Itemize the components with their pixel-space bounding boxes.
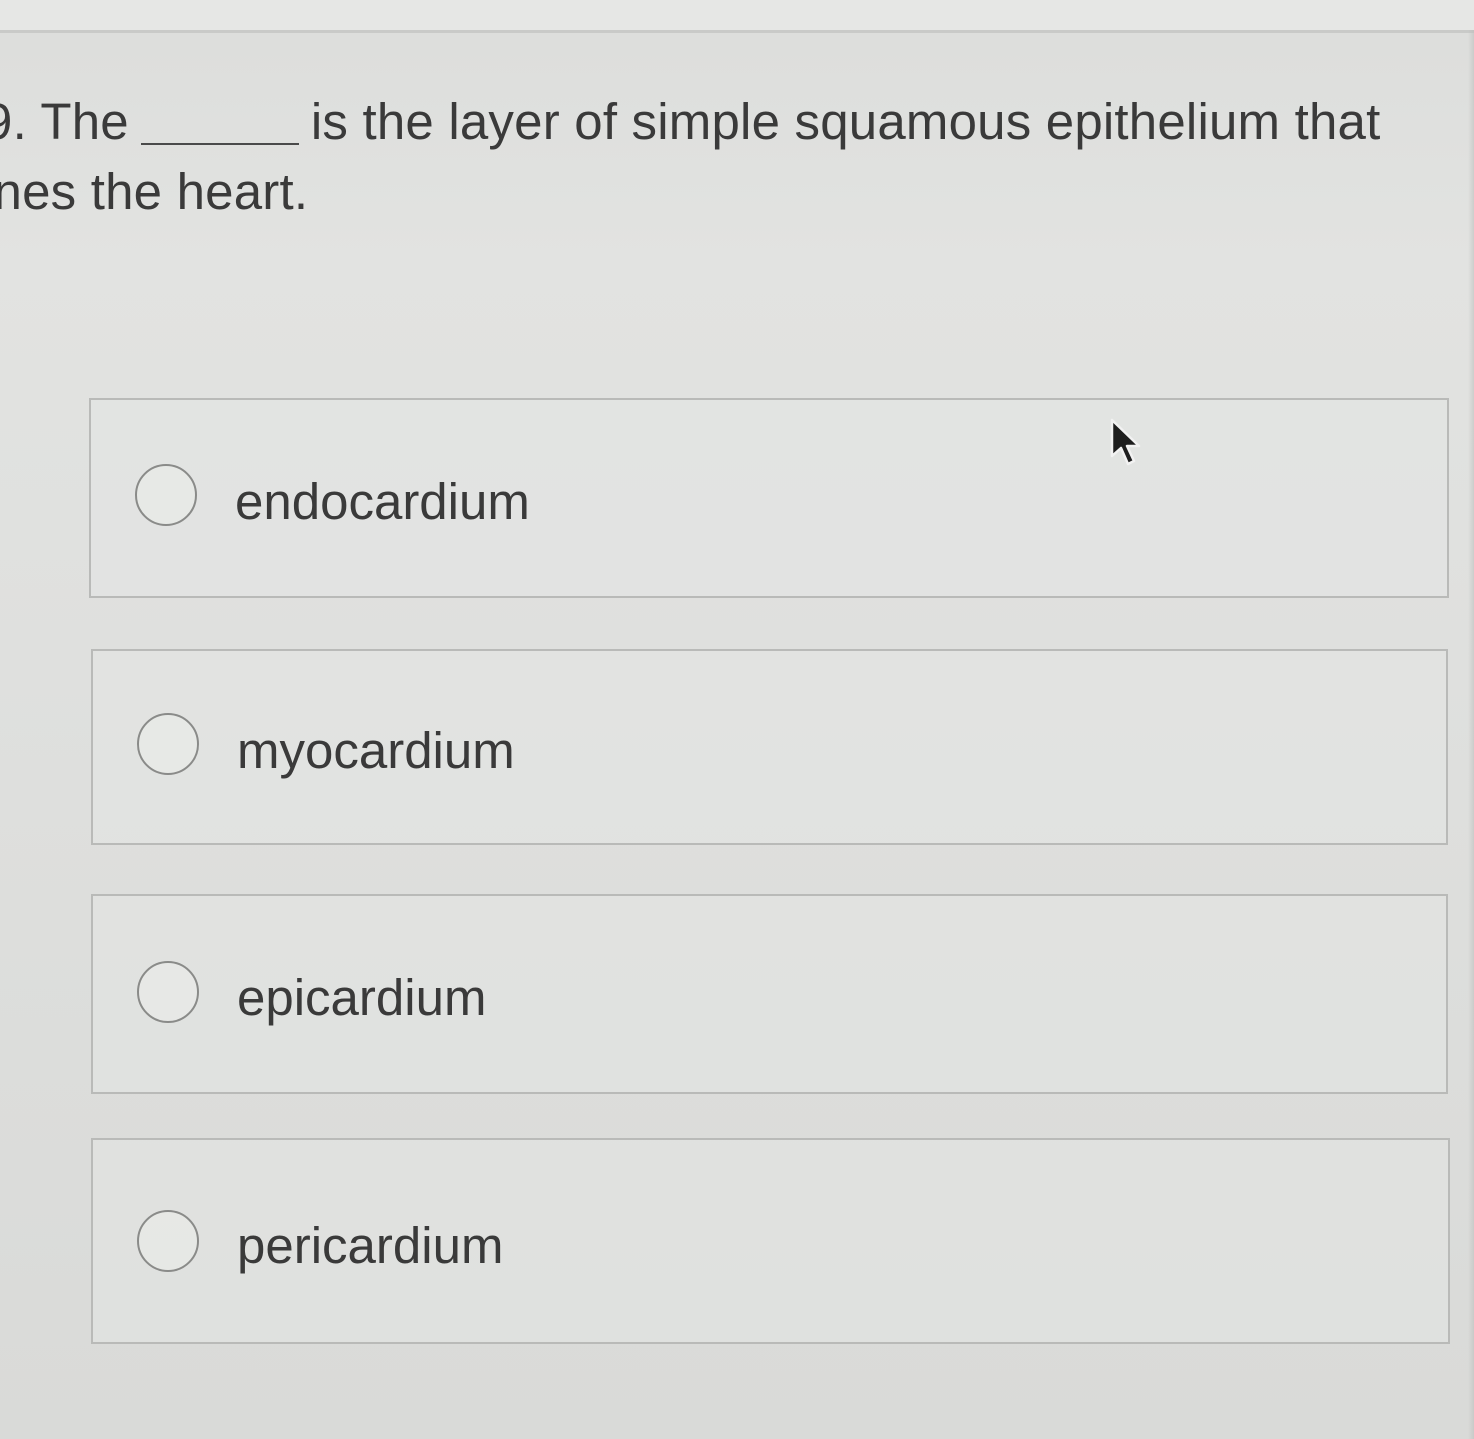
radio-empty-icon[interactable] [135, 464, 197, 526]
answer-blank [140, 143, 299, 145]
option-label: pericardium [237, 1217, 504, 1274]
radio-empty-icon[interactable] [137, 1210, 199, 1272]
top-strip [0, 0, 1474, 30]
option-endocardium[interactable]: endocardium [89, 398, 1449, 598]
question-line-2: ines the heart. [0, 163, 309, 220]
option-pericardium[interactable]: pericardium [91, 1138, 1450, 1344]
mouse-pointer-icon [1110, 418, 1141, 466]
radio-empty-icon[interactable] [137, 961, 199, 1023]
question-stem-rest: is the layer of simple squamous epitheli… [310, 93, 1381, 150]
question-prefix: 9. The [0, 93, 129, 150]
top-divider [0, 30, 1474, 33]
radio-empty-icon[interactable] [137, 713, 199, 775]
option-label: epicardium [237, 969, 487, 1026]
option-epicardium[interactable]: epicardium [91, 894, 1448, 1094]
option-label: myocardium [237, 722, 515, 779]
option-myocardium[interactable]: myocardium [91, 649, 1448, 845]
option-label: endocardium [235, 473, 530, 530]
question-line-1: 9. The is the layer of simple squamous ep… [0, 88, 1380, 156]
screen-edge [1468, 30, 1474, 1439]
